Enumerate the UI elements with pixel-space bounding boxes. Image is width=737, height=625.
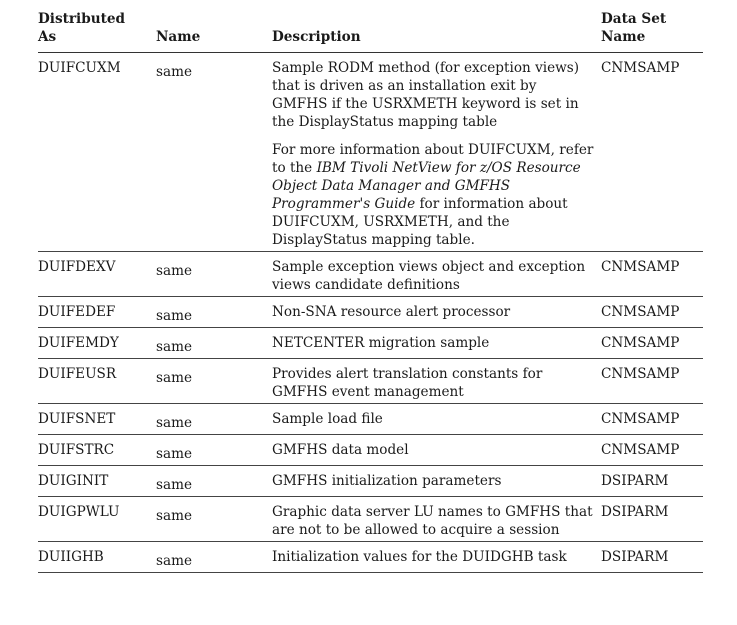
cell-distributed-as: DUIGINIT (38, 465, 156, 497)
cell-data-set: CNMSAMP (598, 52, 703, 252)
cell-description: Sample exception views object and except… (272, 251, 598, 297)
table-row: DUIFSNET same Sample load file CNMSAMP (38, 403, 703, 435)
table-header-row: Distributed As Name Description Data Set… (38, 10, 703, 53)
table-row: DUIIGHB same Initialization values for t… (38, 541, 703, 573)
cell-description: Initialization values for the DUIDGHB ta… (272, 541, 598, 573)
table-row: DUIGPWLU same Graphic data server LU nam… (38, 496, 703, 542)
cell-description: Provides alert translation constants for… (272, 358, 598, 404)
cell-data-set: CNMSAMP (598, 251, 703, 297)
header-data-set-name: Data Set Name (598, 10, 703, 53)
cell-description: GMFHS data model (272, 434, 598, 466)
table-row: DUIFDEXV same Sample exception views obj… (38, 251, 703, 297)
cell-distributed-as: DUIIGHB (38, 541, 156, 573)
cell-description: Non-SNA resource alert processor (272, 296, 598, 328)
header-data-set-line2: Name (601, 29, 646, 45)
cell-data-set: DSIPARM (598, 496, 703, 542)
cell-name: same (156, 358, 272, 404)
cell-name: same (156, 296, 272, 328)
cell-description: Sample load file (272, 403, 598, 435)
header-distributed-as-line1: Distributed (38, 11, 126, 27)
cell-data-set: DSIPARM (598, 541, 703, 573)
table-row: DUIFEMDY same NETCENTER migration sample… (38, 327, 703, 359)
table-row: DUIFEUSR same Provides alert translation… (38, 358, 703, 404)
cell-distributed-as: DUIFSNET (38, 403, 156, 435)
table-row: DUIFSTRC same GMFHS data model CNMSAMP (38, 434, 703, 466)
cell-distributed-as: DUIFDEXV (38, 251, 156, 297)
samples-table: Distributed As Name Description Data Set… (38, 10, 703, 573)
header-name: Name (156, 10, 272, 53)
header-distributed-as: Distributed As (38, 10, 156, 53)
header-distributed-as-line2: As (38, 29, 57, 45)
cell-description: NETCENTER migration sample (272, 327, 598, 359)
description-paragraph: For more information about DUIFCUXM, ref… (272, 142, 594, 248)
cell-distributed-as: DUIFSTRC (38, 434, 156, 466)
cell-distributed-as: DUIFEUSR (38, 358, 156, 404)
cell-distributed-as: DUIFEMDY (38, 327, 156, 359)
cell-name: same (156, 251, 272, 297)
cell-name: same (156, 541, 272, 573)
cell-name: same (156, 496, 272, 542)
cell-name: same (156, 434, 272, 466)
cell-distributed-as: DUIFEDEF (38, 296, 156, 328)
cell-name: same (156, 403, 272, 435)
cell-data-set: DSIPARM (598, 465, 703, 497)
cell-name: same (156, 327, 272, 359)
cell-description: Sample RODM method (for exception views)… (272, 52, 598, 252)
cell-description: GMFHS initialization parameters (272, 465, 598, 497)
cell-description: Graphic data server LU names to GMFHS th… (272, 496, 598, 542)
cell-data-set: CNMSAMP (598, 327, 703, 359)
table-row: DUIFCUXM same Sample RODM method (for ex… (38, 52, 703, 252)
cell-name: same (156, 52, 272, 252)
header-data-set-line1: Data Set (601, 11, 667, 27)
cell-name: same (156, 465, 272, 497)
table-row: DUIFEDEF same Non-SNA resource alert pro… (38, 296, 703, 328)
cell-data-set: CNMSAMP (598, 296, 703, 328)
cell-distributed-as: DUIGPWLU (38, 496, 156, 542)
header-description: Description (272, 10, 598, 53)
cell-data-set: CNMSAMP (598, 403, 703, 435)
table-row: DUIGINIT same GMFHS initialization param… (38, 465, 703, 497)
cell-data-set: CNMSAMP (598, 358, 703, 404)
cell-data-set: CNMSAMP (598, 434, 703, 466)
cell-distributed-as: DUIFCUXM (38, 52, 156, 252)
description-paragraph: Sample RODM method (for exception views)… (272, 60, 580, 130)
